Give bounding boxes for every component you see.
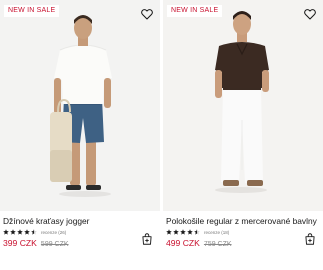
product-card[interactable]: NEW IN SALE Džínové kraťasy jogger recen… [0, 0, 160, 270]
product-grid: NEW IN SALE Džínové kraťasy jogger recen… [0, 0, 323, 270]
star-icon [166, 229, 172, 235]
shopping-bag-add-icon[interactable] [303, 232, 317, 246]
product-image[interactable]: NEW IN SALE [163, 0, 323, 211]
original-price: 759 CZK [203, 241, 232, 248]
product-title[interactable]: Polokošile regular z mercerované bavlny [166, 216, 317, 226]
star-icon [24, 229, 30, 235]
product-title[interactable]: Džínové kraťasy jogger [3, 216, 89, 226]
rating-stars [166, 229, 200, 235]
star-icon [187, 229, 193, 235]
sale-price: 399 CZK [3, 238, 37, 248]
star-half-icon [31, 229, 37, 235]
star-half-icon [194, 229, 200, 235]
shopping-bag-add-icon[interactable] [140, 232, 154, 246]
rating-stars [3, 229, 37, 235]
star-icon [3, 229, 9, 235]
star-icon [10, 229, 16, 235]
price-row: 499 CZK 759 CZK [166, 238, 232, 248]
sale-price: 499 CZK [166, 238, 200, 248]
price-row: 399 CZK 599 CZK [3, 238, 69, 248]
model-photo-illustration [50, 15, 112, 197]
model-photo-illustration [215, 11, 269, 193]
product-rating: recenze (18) [166, 228, 229, 236]
review-count[interactable]: recenze (26) [41, 230, 66, 235]
heart-outline-icon[interactable] [303, 7, 317, 21]
sale-badge: NEW IN SALE [167, 5, 223, 17]
sale-badge: NEW IN SALE [4, 5, 60, 17]
star-icon [180, 229, 186, 235]
original-price: 599 CZK [40, 241, 69, 248]
product-rating: recenze (26) [3, 228, 66, 236]
product-card[interactable]: NEW IN SALE Polokošile regular z mercero… [163, 0, 323, 270]
review-count[interactable]: recenze (18) [204, 230, 229, 235]
star-icon [17, 229, 23, 235]
star-icon [173, 229, 179, 235]
product-image[interactable]: NEW IN SALE [0, 0, 160, 211]
heart-outline-icon[interactable] [140, 7, 154, 21]
